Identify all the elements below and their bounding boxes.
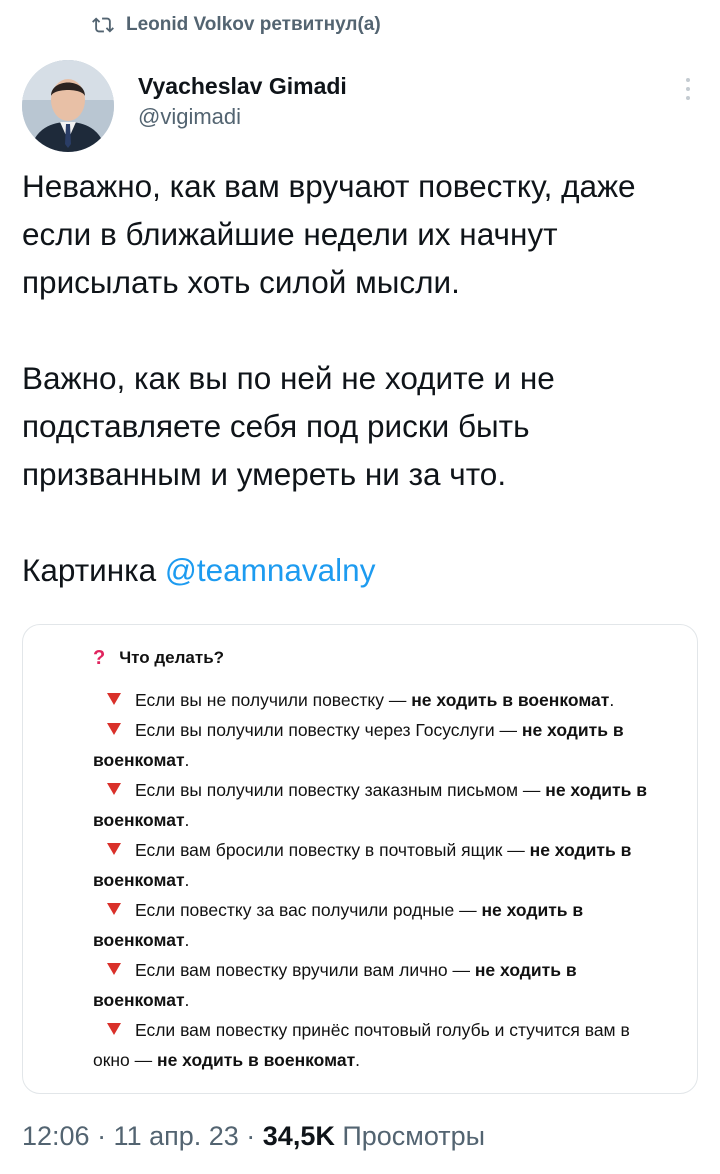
views-label: Просмотры	[334, 1121, 486, 1151]
item-text: Если повестку за вас получили родные —	[135, 900, 482, 920]
item-tail: .	[184, 870, 190, 890]
card-list-item: Если вам повестку принёс почтовый голубь…	[93, 1015, 653, 1075]
red-triangle-icon	[107, 783, 121, 795]
more-options-icon[interactable]	[686, 78, 690, 100]
retweet-label: Leonid Volkov ретвитнул(а)	[126, 14, 381, 35]
item-bold-text: не ходить в военкомат	[411, 690, 610, 710]
card-list-item: Если повестку за вас получили родные — н…	[93, 895, 653, 955]
item-tail: .	[355, 1050, 361, 1070]
retweet-icon	[92, 17, 114, 33]
timestamp[interactable]: 12:06 · 11 апр. 23 ·	[22, 1121, 263, 1151]
item-tail: .	[184, 810, 190, 830]
item-text: Если вам бросили повестку в почтовый ящи…	[135, 840, 530, 860]
card-content: ? Что делать? Если вы не получили повест…	[93, 643, 653, 1075]
card-list-item: Если вы получили повестку через Госуслуг…	[93, 715, 653, 775]
item-text: Если вам повестку вручили вам лично —	[135, 960, 475, 980]
author-block[interactable]: Vyacheslav Gimadi @vigimadi	[138, 72, 347, 132]
views-count: 34,5K	[262, 1121, 335, 1151]
red-triangle-icon	[107, 723, 121, 735]
red-triangle-icon	[107, 1023, 121, 1035]
tweet-paragraph-3: Картинка @teamnavalny	[22, 546, 702, 594]
tweet-paragraph-2: Важно, как вы по ней не ходите и не подс…	[22, 360, 555, 492]
item-text: Если вы получили повестку через Госуслуг…	[135, 720, 522, 740]
card-title-text: Что делать?	[119, 648, 225, 667]
retweet-header[interactable]: Leonid Volkov ретвитнул(а)	[92, 14, 381, 36]
tweet-p3-text: Картинка	[22, 552, 165, 588]
tweet-text: Неважно, как вам вручают повестку, даже …	[22, 162, 702, 642]
author-handle[interactable]: @vigimadi	[138, 102, 347, 132]
card-title: ? Что делать?	[93, 643, 653, 673]
tweet-image-card[interactable]: ? Что делать? Если вы не получили повест…	[22, 624, 698, 1094]
card-list-item: Если вам бросили повестку в почтовый ящи…	[93, 835, 653, 895]
item-tail: .	[184, 750, 190, 770]
red-triangle-icon	[107, 903, 121, 915]
card-list-item: Если вы не получили повестку — не ходить…	[93, 685, 653, 715]
item-bold-text: не ходить в военкомат	[157, 1050, 356, 1070]
avatar[interactable]	[22, 60, 114, 152]
item-tail: .	[184, 930, 190, 950]
question-icon: ?	[93, 647, 106, 669]
red-triangle-icon	[107, 843, 121, 855]
author-name[interactable]: Vyacheslav Gimadi	[138, 72, 347, 100]
item-text: Если вы получили повестку заказным письм…	[135, 780, 546, 800]
item-text: Если вы не получили повестку —	[135, 690, 412, 710]
card-list-item: Если вы получили повестку заказным письм…	[93, 775, 653, 835]
mention-link[interactable]: @teamnavalny	[165, 552, 376, 588]
item-tail: .	[184, 990, 190, 1010]
tweet-meta: 12:06 · 11 апр. 23 · 34,5K Просмотры	[22, 1118, 485, 1154]
avatar-image	[22, 60, 114, 152]
red-triangle-icon	[107, 963, 121, 975]
item-tail: .	[609, 690, 615, 710]
tweet-paragraph-1: Неважно, как вам вручают повестку, даже …	[22, 168, 636, 300]
card-list-item: Если вам повестку вручили вам лично — не…	[93, 955, 653, 1015]
red-triangle-icon	[107, 693, 121, 705]
